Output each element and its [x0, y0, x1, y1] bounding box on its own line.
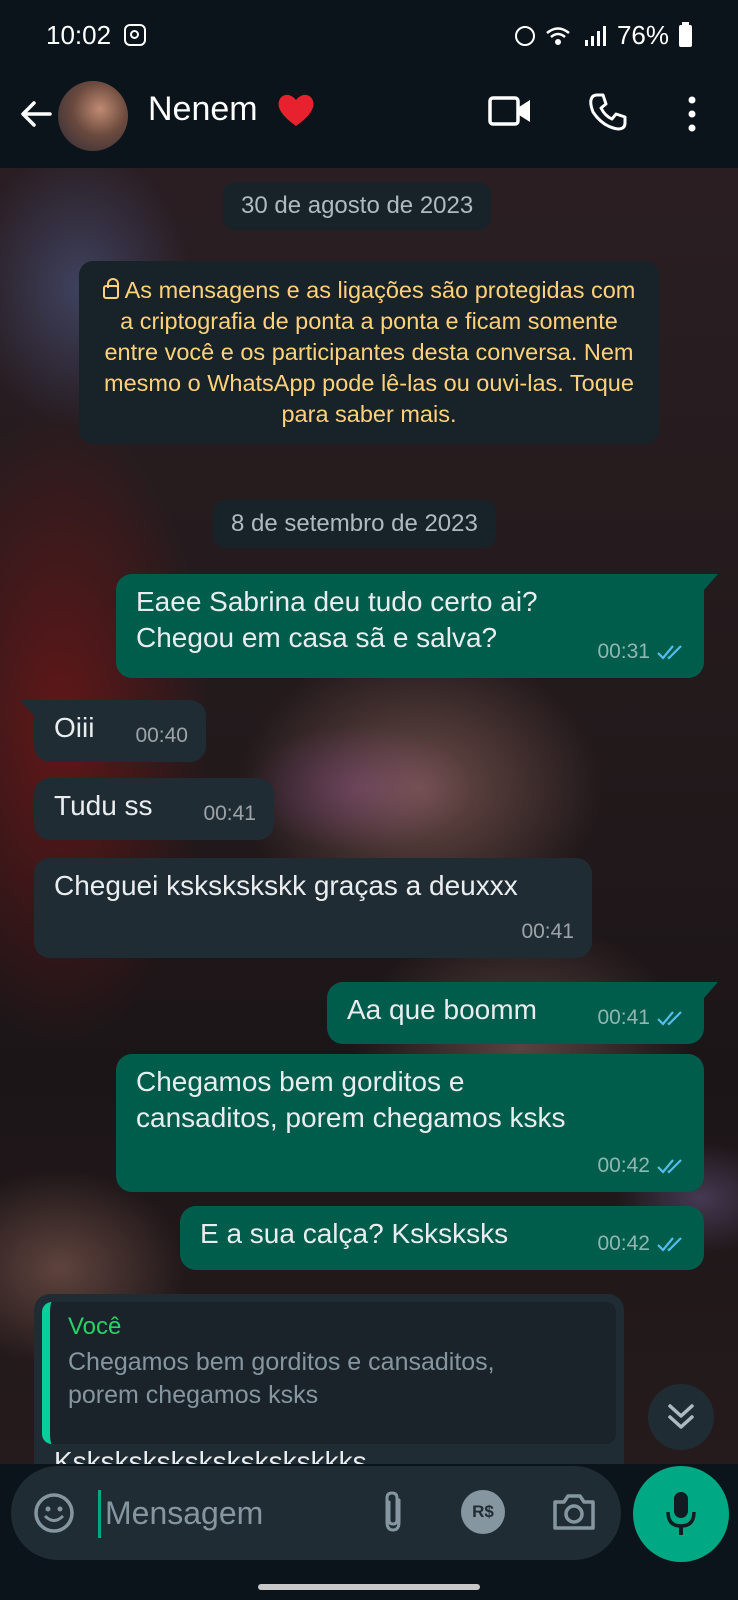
message-time: 00:31: [597, 640, 650, 663]
voice-call-icon[interactable]: [588, 92, 628, 132]
message-meta: 00:41: [521, 914, 574, 950]
quoted-text-line: porem chegamos ksks: [68, 1381, 319, 1409]
home-indicator: [258, 1584, 480, 1590]
incoming-message[interactable]: Cheguei kskskskskk graças a deuxxx 00:41: [34, 858, 592, 958]
status-bar: 10:02 76%: [0, 0, 738, 72]
double-check-icon: [657, 645, 682, 660]
incoming-message[interactable]: Tudu ss 00:41: [34, 778, 274, 840]
battery-percent: 76%: [616, 20, 669, 50]
message-text: Cheguei kskskskskk graças a deuxxx: [54, 870, 518, 901]
encryption-notice-text: As mensagens e as ligações são protegida…: [104, 277, 636, 427]
message-time: 00:42: [597, 1154, 650, 1177]
double-check-icon: [657, 1011, 682, 1026]
message-time: 00:42: [597, 1232, 650, 1255]
message-meta: 00:40: [135, 718, 188, 754]
message-text-line: Chegamos bem gorditos e: [136, 1066, 465, 1097]
lock-icon: [102, 278, 119, 299]
message-meta: 00:42: [597, 1148, 686, 1184]
date-separator: 8 de setembro de 2023: [213, 500, 496, 548]
outgoing-message[interactable]: E a sua calça? Ksksksks 00:42: [180, 1206, 704, 1270]
alarm-icon: [514, 25, 535, 46]
status-icons: 76%: [514, 20, 692, 51]
double-check-icon: [657, 1237, 682, 1252]
scroll-down-icon: [668, 1404, 694, 1429]
quoted-author: Você: [68, 1313, 122, 1340]
battery-icon: [679, 21, 692, 47]
message-composer: R$: [11, 1466, 621, 1560]
message-meta: 00:41: [597, 1000, 686, 1036]
mic-icon: [666, 1492, 696, 1535]
quoted-text-line: Chegamos bem gorditos e cansaditos,: [68, 1348, 495, 1376]
message-meta: 00:42: [597, 1226, 686, 1262]
outgoing-message[interactable]: Eaee Sabrina deu tudo certo ai? Chegou e…: [116, 574, 718, 678]
scroll-to-bottom-button[interactable]: [648, 1384, 714, 1450]
signal-icon: [584, 25, 606, 46]
message-time: 00:41: [597, 1006, 650, 1029]
incoming-reply-message[interactable]: Você Chegamos bem gorditos e cansaditos,…: [34, 1294, 624, 1464]
chat-header: Nenem: [0, 72, 738, 168]
outgoing-message[interactable]: Chegamos bem gorditos e cansaditos, pore…: [116, 1054, 704, 1192]
camera-icon[interactable]: [551, 1492, 597, 1532]
status-time: 10:02: [46, 20, 112, 50]
incoming-message[interactable]: Oiii 00:40: [20, 700, 206, 762]
message-input[interactable]: [105, 1486, 345, 1540]
chat-messages-area[interactable]: 30 de agosto de 2023 As mensagens e as l…: [0, 168, 738, 1464]
message-text-line: cansaditos, porem chegamos ksks: [136, 1102, 566, 1133]
attach-icon[interactable]: [377, 1488, 409, 1536]
encryption-notice[interactable]: As mensagens e as ligações são protegida…: [79, 261, 659, 444]
message-meta: 00:41: [203, 796, 256, 832]
message-time: 00:41: [203, 802, 256, 825]
message-text: Kskskskskskskskskskkks: [54, 1446, 367, 1464]
double-check-icon: [657, 1159, 682, 1174]
date-separator: 30 de agosto de 2023: [223, 182, 492, 230]
more-options-icon[interactable]: [684, 94, 700, 134]
emoji-icon[interactable]: [33, 1492, 75, 1534]
message-meta: 00:31: [597, 634, 686, 670]
message-text-line: Eaee Sabrina deu tudo certo ai?: [136, 586, 538, 617]
instagram-notification-icon: [124, 24, 146, 46]
quoted-message[interactable]: Você Chegamos bem gorditos e cansaditos,…: [42, 1302, 616, 1444]
wifi-icon: [546, 26, 570, 45]
payment-icon[interactable]: R$: [461, 1490, 505, 1534]
text-caret: [98, 1490, 101, 1538]
contact-avatar[interactable]: [58, 81, 128, 151]
back-arrow-icon[interactable]: [16, 94, 56, 134]
contact-name[interactable]: Nenem: [148, 90, 258, 129]
video-call-icon[interactable]: [488, 94, 532, 128]
message-time: 00:40: [135, 724, 188, 747]
outgoing-message[interactable]: Aa que boomm 00:41: [327, 982, 718, 1044]
voice-message-button[interactable]: [633, 1466, 729, 1562]
heart-emoji-icon: [278, 94, 314, 126]
message-time: 00:41: [521, 920, 574, 943]
